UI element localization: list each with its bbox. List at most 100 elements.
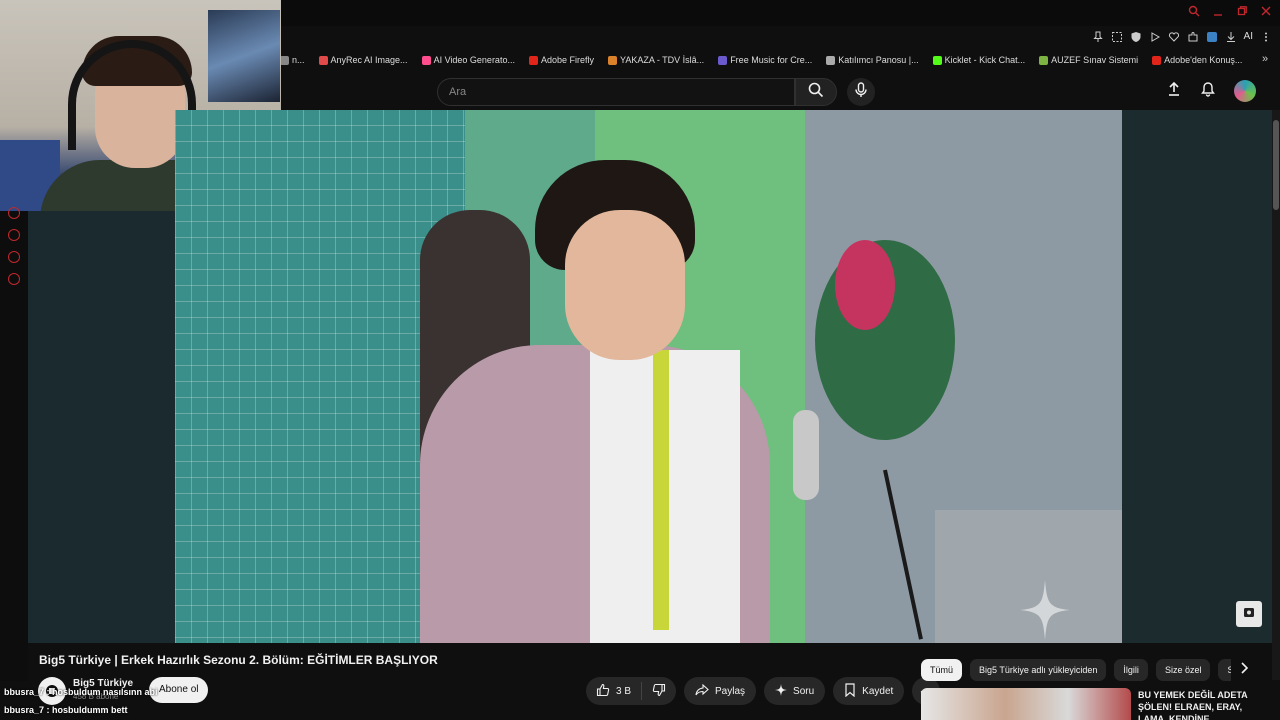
microphone-icon xyxy=(854,81,868,103)
share-button[interactable]: Paylaş xyxy=(684,677,757,705)
chips-next-button[interactable] xyxy=(1236,661,1252,679)
adobe-icon xyxy=(528,55,538,65)
like-button[interactable]: 3 B xyxy=(586,677,641,705)
auzef-icon xyxy=(1039,55,1049,65)
search-icon xyxy=(808,82,824,103)
chip-more[interactable]: Sc xyxy=(1218,659,1231,681)
history-icon[interactable] xyxy=(8,229,20,241)
header-actions xyxy=(1166,80,1256,102)
notifications-bell-icon[interactable] xyxy=(1200,81,1216,102)
video-microphone xyxy=(793,410,819,500)
video-player[interactable] xyxy=(175,110,1122,643)
video-scene-flower xyxy=(835,240,895,330)
ai-button[interactable]: AI xyxy=(1244,31,1253,42)
bookmark-label: Adobe'den Konuş... xyxy=(1164,55,1243,65)
search-icon[interactable] xyxy=(1188,4,1200,17)
bookmark-item[interactable]: AI Video Generato... xyxy=(421,55,515,65)
wall-poster xyxy=(208,10,280,102)
ask-button[interactable]: Soru xyxy=(764,677,826,705)
sidebar-icon[interactable] xyxy=(8,207,20,219)
chat-message: bbusra_7 : hosbuldumm bett xyxy=(4,705,128,715)
bookmark-label: AnyRec AI Image... xyxy=(330,55,408,65)
recommendation-thumbnail[interactable] xyxy=(921,688,1131,720)
upload-icon[interactable] xyxy=(1166,81,1182,102)
restore-icon[interactable] xyxy=(1236,4,1248,16)
bookmark-item[interactable]: Adobe'den Konuş... xyxy=(1152,55,1242,65)
bookmark-item[interactable]: Adobe Firefly xyxy=(528,55,594,65)
shield-icon[interactable] xyxy=(1130,30,1142,42)
ambient-background xyxy=(1122,110,1272,643)
share-label: Paylaş xyxy=(715,685,746,697)
chip-related[interactable]: İlgili xyxy=(1114,659,1148,681)
video-title: Big5 Türkiye | Erkek Hazırlık Sezonu 2. … xyxy=(39,653,438,667)
bookmark-label: Free Music for Cre... xyxy=(730,55,813,65)
like-count: 3 B xyxy=(616,685,632,697)
bookmarks-overflow-icon[interactable]: » xyxy=(1262,53,1274,65)
bookmark-item[interactable]: YAKAZA - TDV İslâ... xyxy=(607,55,705,65)
bookmark-icon xyxy=(280,55,289,65)
recommendation-filter-chips: Tümü Big5 Türkiye adlı yükleyiciden İlgi… xyxy=(921,659,1231,681)
chip-from-uploader[interactable]: Big5 Türkiye adlı yükleyiciden xyxy=(970,659,1107,681)
chat-message: bbusra_7 : hosbuldum nasılsınn abi xyxy=(4,687,158,697)
bookmark-label: Katılımcı Panosu |... xyxy=(838,55,919,65)
chip-for-you[interactable]: Size özel xyxy=(1155,659,1211,681)
bookmark-item[interactable]: n... xyxy=(280,55,305,65)
menu-icon[interactable] xyxy=(1260,30,1272,42)
bookmarks-bar: n... AnyRec AI Image... AI Video Generato.… xyxy=(280,52,1280,68)
bookmark-item[interactable]: AnyRec AI Image... xyxy=(318,55,408,65)
screenshot-icon[interactable] xyxy=(1111,30,1123,42)
video-actions: 3 B Paylaş Soru Kaydet xyxy=(586,677,941,705)
panel-icon xyxy=(826,55,836,65)
extension-icons: AI xyxy=(1092,30,1272,42)
thumbs-down-icon xyxy=(652,683,666,700)
share-arrow-icon xyxy=(695,683,709,700)
bookmark-label: AUZEF Sınav Sistemi xyxy=(1051,55,1139,65)
sparkle-icon xyxy=(775,683,788,699)
bookmark-item[interactable]: AUZEF Sınav Sistemi xyxy=(1039,55,1138,65)
like-dislike-group: 3 B xyxy=(586,677,677,705)
bookmark-item[interactable]: Katılımcı Panosu |... xyxy=(826,55,919,65)
bookmark-label: Adobe Firefly xyxy=(540,55,594,65)
heart-icon[interactable] xyxy=(1168,30,1180,42)
ambient-background xyxy=(28,211,175,643)
chevron-right-icon xyxy=(1240,661,1249,679)
search-input[interactable]: Ara xyxy=(437,78,795,106)
settings-icon[interactable] xyxy=(8,273,20,285)
bookmark-item[interactable]: Kicklet - Kick Chat... xyxy=(932,55,1026,65)
dislike-button[interactable] xyxy=(642,677,676,705)
kicklet-icon xyxy=(932,55,942,65)
youtube-header: Ara xyxy=(280,72,1280,110)
chip-all[interactable]: Tümü xyxy=(921,659,963,681)
download-icon[interactable] xyxy=(1225,30,1237,42)
account-avatar[interactable] xyxy=(1234,80,1256,102)
save-button[interactable]: Kaydet xyxy=(833,677,905,705)
ai-video-icon xyxy=(421,55,431,65)
extensions-icon[interactable] xyxy=(1187,30,1199,42)
bookmark-label: AI Video Generato... xyxy=(433,55,515,65)
bookmark-item[interactable]: Free Music for Cre... xyxy=(718,55,812,65)
anyrec-icon xyxy=(318,55,328,65)
scrollbar-thumb[interactable] xyxy=(1273,120,1279,210)
channel-watermark-button[interactable] xyxy=(1236,601,1262,627)
bookmark-label: YAKAZA - TDV İslâ... xyxy=(619,55,705,65)
pin-icon[interactable] xyxy=(1092,30,1104,42)
save-label: Kaydet xyxy=(862,685,894,697)
adobe-icon xyxy=(1152,55,1162,65)
close-icon[interactable] xyxy=(1260,4,1272,16)
music-icon xyxy=(718,55,728,65)
voice-search-button[interactable] xyxy=(847,78,875,106)
sidebar-icon[interactable] xyxy=(8,251,20,263)
ask-label: Soru xyxy=(793,685,815,697)
recommendation-title[interactable]: BU YEMEK DEĞİL ADETA ŞÖLEN! ELRAEN, ERAY… xyxy=(1138,689,1258,720)
video-person-lanyard xyxy=(653,350,669,630)
bookmark-icon xyxy=(844,682,856,700)
sparkle-watermark-icon xyxy=(1020,580,1070,640)
search-button[interactable] xyxy=(795,78,837,106)
bookmark-label: n... xyxy=(292,55,305,65)
browser-toolbar: AI xyxy=(280,28,1280,48)
minimize-icon[interactable] xyxy=(1212,4,1224,16)
image-extension-icon[interactable] xyxy=(1206,30,1218,42)
watermark-icon xyxy=(1242,605,1256,624)
bookmark-label: Kicklet - Kick Chat... xyxy=(944,55,1026,65)
play-icon[interactable] xyxy=(1149,30,1161,42)
